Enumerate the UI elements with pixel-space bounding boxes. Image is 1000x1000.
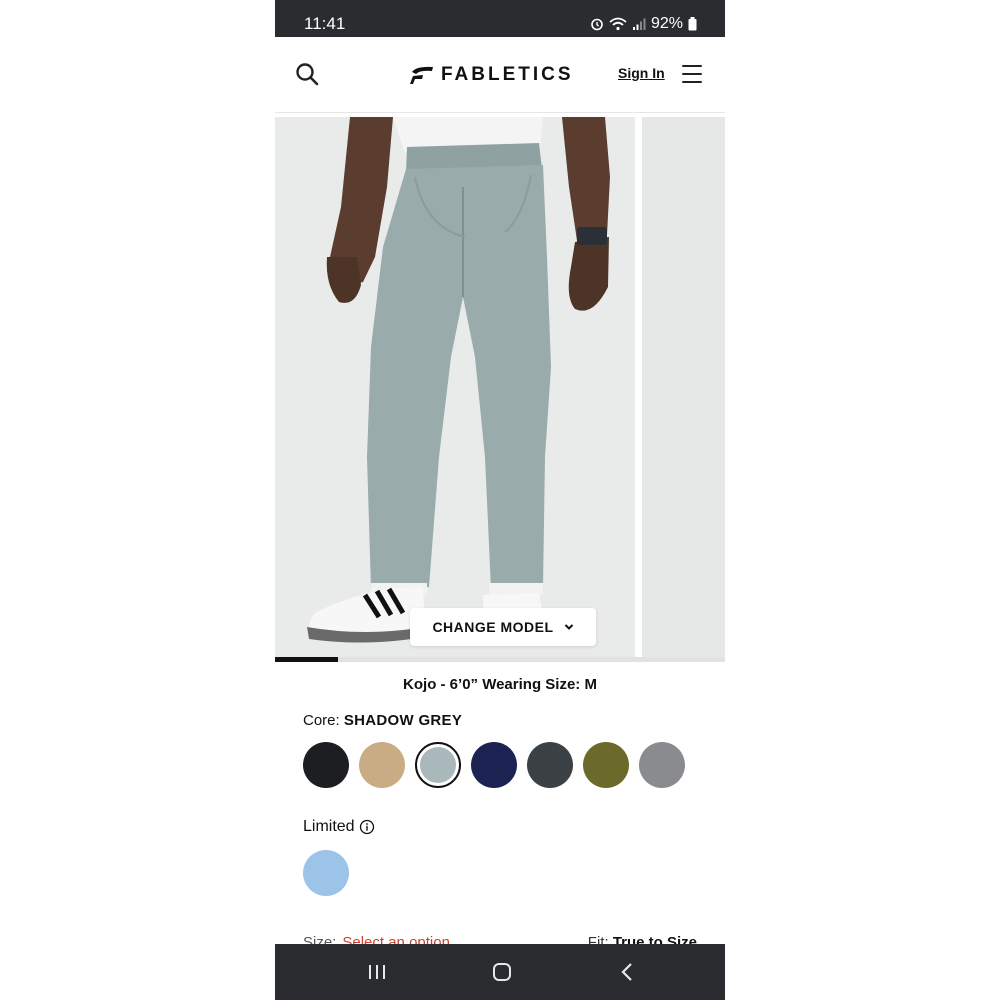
hamburger-line bbox=[682, 73, 702, 75]
home-button[interactable] bbox=[490, 960, 514, 984]
recent-apps-icon bbox=[369, 965, 385, 979]
color-swatch-fill bbox=[420, 747, 456, 783]
color-swatch-navy[interactable] bbox=[471, 742, 517, 788]
search-button[interactable] bbox=[295, 62, 319, 86]
signal-icon bbox=[632, 18, 646, 30]
chevron-down-icon bbox=[564, 624, 573, 630]
brand-name: FABLETICS bbox=[441, 64, 574, 85]
limited-label: Limited bbox=[303, 818, 355, 835]
product-photo-illustration bbox=[275, 117, 635, 657]
back-icon bbox=[621, 963, 632, 981]
battery-percent: 92% bbox=[650, 15, 683, 32]
gallery-progress-track bbox=[275, 657, 725, 662]
battery-icon bbox=[688, 17, 697, 31]
color-swatch-shadow-grey[interactable] bbox=[415, 742, 461, 788]
core-color-row: Core: SHADOW GREY bbox=[303, 712, 462, 729]
info-icon[interactable] bbox=[359, 819, 375, 835]
next-product-image[interactable] bbox=[642, 117, 725, 657]
color-swatch-charcoal[interactable] bbox=[527, 742, 573, 788]
hamburger-menu-icon bbox=[682, 65, 702, 67]
color-swatch-light-blue[interactable] bbox=[303, 850, 349, 896]
product-image[interactable] bbox=[275, 117, 635, 657]
limited-color-row: Limited bbox=[303, 818, 375, 836]
brand-logo-icon bbox=[410, 66, 433, 84]
brand-logo[interactable]: FABLETICS bbox=[410, 63, 574, 87]
sign-in-link[interactable]: Sign In bbox=[618, 65, 665, 81]
back-button[interactable] bbox=[616, 960, 640, 984]
color-swatch-heather-grey[interactable] bbox=[639, 742, 685, 788]
home-icon bbox=[493, 963, 511, 981]
color-swatch-olive[interactable] bbox=[583, 742, 629, 788]
search-icon bbox=[296, 63, 319, 86]
site-header: FABLETICS Sign In bbox=[275, 37, 725, 113]
status-icons: 92% bbox=[590, 14, 697, 34]
change-model-button[interactable]: CHANGE MODEL bbox=[410, 608, 596, 646]
wifi-icon bbox=[609, 17, 627, 31]
status-time: 11:41 bbox=[304, 14, 346, 33]
hamburger-line bbox=[682, 81, 702, 83]
hamburger-menu-button[interactable] bbox=[682, 65, 702, 83]
system-nav-bar bbox=[275, 944, 725, 1000]
color-swatch-black[interactable] bbox=[303, 742, 349, 788]
status-bar: 11:41 92% bbox=[275, 0, 725, 37]
selected-color-name: SHADOW GREY bbox=[343, 712, 463, 729]
phone-screen: 11:41 92% FABLETICS Sign In CHANGE MODEL… bbox=[275, 0, 725, 1000]
change-model-label: CHANGE MODEL bbox=[432, 619, 554, 635]
gallery-progress-fill bbox=[275, 657, 338, 662]
model-info: Kojo - 6’0” Wearing Size: M bbox=[403, 676, 597, 693]
alarm-icon bbox=[591, 18, 603, 31]
recent-apps-button[interactable] bbox=[365, 960, 389, 984]
color-swatch-khaki[interactable] bbox=[359, 742, 405, 788]
product-gallery[interactable]: CHANGE MODEL bbox=[275, 117, 725, 663]
core-color-label: Core: bbox=[303, 712, 340, 729]
